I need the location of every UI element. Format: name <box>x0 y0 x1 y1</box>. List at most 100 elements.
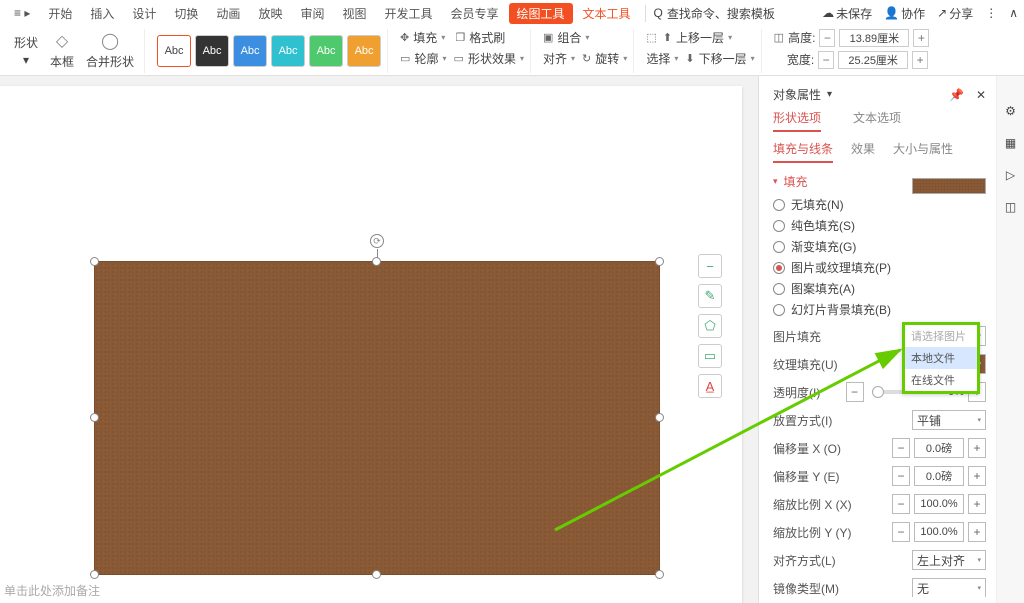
offx-minus[interactable]: − <box>892 438 910 458</box>
trans-minus[interactable]: − <box>846 382 864 402</box>
resize-handle-br[interactable] <box>655 570 664 579</box>
slide[interactable]: ⟳ <box>0 86 742 603</box>
opt-bg-fill[interactable]: 幻灯片背景填充(B) <box>773 301 986 318</box>
menu-review[interactable]: 审阅 <box>292 1 332 26</box>
offy-minus[interactable]: − <box>892 466 910 486</box>
lbl-trans: 透明度(I) <box>773 384 842 401</box>
style-swatch-2[interactable]: Abc <box>195 35 229 67</box>
scly-value[interactable]: 100.0% <box>914 522 964 542</box>
float-outline-icon[interactable]: ▭ <box>698 344 722 368</box>
float-pen-icon[interactable]: ✎ <box>698 284 722 308</box>
style-swatch-5[interactable]: Abc <box>309 35 343 67</box>
search-box[interactable]: Q 查找命令、搜索模板 <box>645 5 775 22</box>
rotate-handle[interactable]: ⟳ <box>370 234 384 248</box>
sclx-minus[interactable]: − <box>892 494 910 514</box>
unsaved-indicator[interactable]: ☁ 未保存 <box>822 5 872 22</box>
lbl-align: 对齐方式(L) <box>773 552 908 569</box>
align-dropdown[interactable]: 对齐▾ ↻ 旋转▾ <box>543 50 627 67</box>
notes-placeholder[interactable]: 单击此处添加备注 <box>4 582 100 599</box>
rail-play-icon[interactable]: ▷ <box>1006 168 1015 182</box>
opt-solid-fill[interactable]: 纯色填充(S) <box>773 217 986 234</box>
panel-title-row: 对象属性 ▾ 📌 ✕ <box>773 86 986 103</box>
resize-handle-bm[interactable] <box>372 570 381 579</box>
float-bucket-icon[interactable]: ⬠ <box>698 314 722 338</box>
opt-picture-fill[interactable]: 图片或纹理填充(P) <box>773 259 986 276</box>
picfill-opt-local[interactable]: 本地文件 <box>905 347 977 369</box>
pin-icon[interactable]: 📌 <box>949 88 964 102</box>
menu-insert[interactable]: 插入 <box>82 1 122 26</box>
canvas[interactable]: ⟳ − ✎ ⬠ ▭ A̲ 单击此处添加备注 <box>0 76 758 603</box>
rail-image-icon[interactable]: ▦ <box>1005 136 1016 150</box>
selected-shape[interactable]: ⟳ <box>94 261 660 575</box>
lbl-sclx: 缩放比例 X (X) <box>773 496 888 513</box>
resize-handle-ml[interactable] <box>90 413 99 422</box>
tile-dropdown[interactable]: 平铺▾ <box>912 410 986 430</box>
menu-transition[interactable]: 切换 <box>166 1 206 26</box>
resize-handle-tm[interactable] <box>372 257 381 266</box>
resize-handle-tr[interactable] <box>655 257 664 266</box>
style-swatch-6[interactable]: Abc <box>347 35 381 67</box>
menu-design[interactable]: 设计 <box>124 1 164 26</box>
tab-draw-tools[interactable]: 绘图工具 <box>509 3 573 24</box>
tab-text-options[interactable]: 文本选项 <box>853 109 901 132</box>
style-swatch-1[interactable]: Abc <box>157 35 191 67</box>
style-swatch-3[interactable]: Abc <box>233 35 267 67</box>
menu-dev[interactable]: 开发工具 <box>376 1 440 26</box>
opt-no-fill[interactable]: 无填充(N) <box>773 196 986 213</box>
menu-start[interactable]: 开始 <box>40 1 80 26</box>
coop-button[interactable]: 👤 协作 <box>884 5 925 22</box>
frame-button[interactable]: ◇本框 <box>46 31 78 70</box>
expand-icon[interactable]: ∧ <box>1009 6 1018 20</box>
float-text-icon[interactable]: A̲ <box>698 374 722 398</box>
lbl-picfill: 图片填充 <box>773 328 908 345</box>
align-dropdown[interactable]: 左上对齐▾ <box>912 550 986 570</box>
share-button[interactable]: ↗ 分享 <box>937 5 973 22</box>
opt-pattern-fill[interactable]: 图案填充(A) <box>773 280 986 297</box>
subtab-effect[interactable]: 效果 <box>851 140 875 163</box>
subtab-size[interactable]: 大小与属性 <box>893 140 953 163</box>
scly-plus[interactable]: + <box>968 522 986 542</box>
float-collapse-icon[interactable]: − <box>698 254 722 278</box>
lbl-offx: 偏移量 X (O) <box>773 440 888 457</box>
offx-value[interactable]: 0.0磅 <box>914 438 964 458</box>
menu-logo[interactable]: ≡ ▸ <box>6 2 38 24</box>
offx-plus[interactable]: + <box>968 438 986 458</box>
offy-value[interactable]: 0.0磅 <box>914 466 964 486</box>
resize-handle-tl[interactable] <box>90 257 99 266</box>
sclx-plus[interactable]: + <box>968 494 986 514</box>
close-panel-icon[interactable]: ✕ <box>976 88 986 102</box>
rail-settings-icon[interactable]: ⚙ <box>1005 104 1016 118</box>
menu-vip[interactable]: 会员专享 <box>443 1 507 26</box>
menu-animation[interactable]: 动画 <box>208 1 248 26</box>
menu-bar: ≡ ▸ 开始 插入 设计 切换 动画 放映 审阅 视图 开发工具 会员专享 绘图… <box>0 0 1024 26</box>
rail-box-icon[interactable]: ◫ <box>1005 200 1016 214</box>
opt-gradient-fill[interactable]: 渐变填充(G) <box>773 238 986 255</box>
shape-button[interactable]: 形状▾ <box>10 34 42 67</box>
layer-down[interactable]: 选择▾ ⬇ 下移一层▾ <box>646 50 754 67</box>
fill-dropdown[interactable]: ✥ 填充▾ ❐ 格式刷 <box>400 29 505 46</box>
more-icon[interactable]: ⋮ <box>985 6 997 20</box>
menu-slideshow[interactable]: 放映 <box>250 1 290 26</box>
mirror-dropdown[interactable]: 无▾ <box>912 578 986 597</box>
tab-shape-options[interactable]: 形状选项 <box>773 109 821 132</box>
tab-text-tools[interactable]: 文本工具 <box>575 1 639 26</box>
top-right-tools: ☁ 未保存 👤 协作 ↗ 分享 ⋮ ∧ <box>822 5 1018 22</box>
picfill-opt-online[interactable]: 在线文件 <box>905 369 977 391</box>
picfill-opt-placeholder[interactable]: 请选择图片 <box>905 325 977 347</box>
menu-view[interactable]: 视图 <box>334 1 374 26</box>
offy-plus[interactable]: + <box>968 466 986 486</box>
scly-minus[interactable]: − <box>892 522 910 542</box>
sclx-value[interactable]: 100.0% <box>914 494 964 514</box>
select-dropdown[interactable]: ⬚ ⬆ 上移一层▾ <box>646 29 732 46</box>
resize-handle-mr[interactable] <box>655 413 664 422</box>
resize-handle-bl[interactable] <box>90 570 99 579</box>
height-field[interactable]: ◫ 高度:−13.89厘米+ <box>774 29 930 47</box>
side-rail: ⚙ ▦ ▷ ◫ <box>996 76 1024 603</box>
fill-preview[interactable] <box>912 178 986 194</box>
outline-dropdown[interactable]: ▭ 轮廓▾ ▭ 形状效果▾ <box>400 50 524 67</box>
width-field[interactable]: 宽度:−25.25厘米+ <box>774 51 929 69</box>
subtab-fill[interactable]: 填充与线条 <box>773 140 833 163</box>
group-dropdown[interactable]: ▣ 组合▾ <box>543 29 589 46</box>
style-swatch-4[interactable]: Abc <box>271 35 305 67</box>
merge-shape-button[interactable]: ◯合并形状 <box>82 31 138 70</box>
